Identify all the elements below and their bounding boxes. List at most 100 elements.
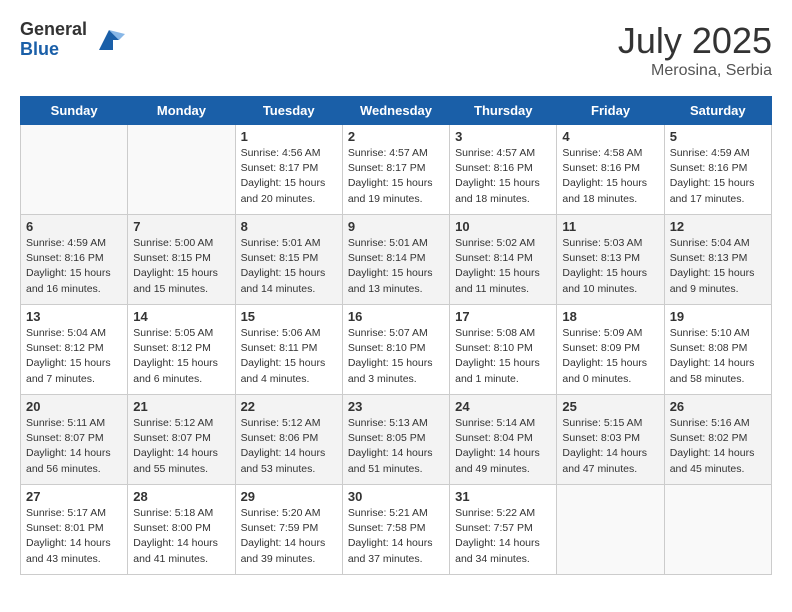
- day-detail: Sunrise: 5:11 AM Sunset: 8:07 PM Dayligh…: [26, 416, 122, 477]
- day-number: 26: [670, 399, 766, 414]
- calendar-cell: 1 Sunrise: 4:56 AM Sunset: 8:17 PM Daylig…: [235, 125, 342, 215]
- calendar-cell: 26 Sunrise: 5:16 AM Sunset: 8:02 PM Dayli…: [664, 395, 771, 485]
- day-detail: Sunrise: 5:16 AM Sunset: 8:02 PM Dayligh…: [670, 416, 766, 477]
- day-number: 22: [241, 399, 337, 414]
- weekday-header-tuesday: Tuesday: [235, 97, 342, 125]
- calendar-cell: 31 Sunrise: 5:22 AM Sunset: 7:57 PM Dayli…: [450, 485, 557, 575]
- day-number: 1: [241, 129, 337, 144]
- day-detail: Sunrise: 5:20 AM Sunset: 7:59 PM Dayligh…: [241, 506, 337, 567]
- day-number: 21: [133, 399, 229, 414]
- day-number: 2: [348, 129, 444, 144]
- day-detail: Sunrise: 5:18 AM Sunset: 8:00 PM Dayligh…: [133, 506, 229, 567]
- day-number: 28: [133, 489, 229, 504]
- weekday-header-monday: Monday: [128, 97, 235, 125]
- weekday-header-thursday: Thursday: [450, 97, 557, 125]
- day-detail: Sunrise: 5:03 AM Sunset: 8:13 PM Dayligh…: [562, 236, 658, 297]
- day-detail: Sunrise: 5:06 AM Sunset: 8:11 PM Dayligh…: [241, 326, 337, 387]
- day-number: 16: [348, 309, 444, 324]
- logo: General Blue: [20, 20, 125, 60]
- day-number: 31: [455, 489, 551, 504]
- day-detail: Sunrise: 5:21 AM Sunset: 7:58 PM Dayligh…: [348, 506, 444, 567]
- calendar-table: SundayMondayTuesdayWednesdayThursdayFrid…: [20, 96, 772, 575]
- day-number: 7: [133, 219, 229, 234]
- day-detail: Sunrise: 5:04 AM Sunset: 8:13 PM Dayligh…: [670, 236, 766, 297]
- weekday-header-row: SundayMondayTuesdayWednesdayThursdayFrid…: [21, 97, 772, 125]
- day-detail: Sunrise: 5:08 AM Sunset: 8:10 PM Dayligh…: [455, 326, 551, 387]
- calendar-cell: 12 Sunrise: 5:04 AM Sunset: 8:13 PM Dayli…: [664, 215, 771, 305]
- day-detail: Sunrise: 4:58 AM Sunset: 8:16 PM Dayligh…: [562, 146, 658, 207]
- day-number: 29: [241, 489, 337, 504]
- calendar-cell: 9 Sunrise: 5:01 AM Sunset: 8:14 PM Daylig…: [342, 215, 449, 305]
- calendar-cell: 18 Sunrise: 5:09 AM Sunset: 8:09 PM Dayli…: [557, 305, 664, 395]
- page-header: General Blue July 2025 Merosina, Serbia: [20, 20, 772, 80]
- calendar-cell: [128, 125, 235, 215]
- weekday-header-saturday: Saturday: [664, 97, 771, 125]
- calendar-cell: 10Sunrise: 5:02 AM Sunset: 8:14 PM Dayli…: [450, 215, 557, 305]
- calendar-cell: 14Sunrise: 5:05 AM Sunset: 8:12 PM Dayli…: [128, 305, 235, 395]
- day-number: 13: [26, 309, 122, 324]
- day-detail: Sunrise: 5:09 AM Sunset: 8:09 PM Dayligh…: [562, 326, 658, 387]
- day-number: 10: [455, 219, 551, 234]
- calendar-cell: 7 Sunrise: 5:00 AM Sunset: 8:15 PM Daylig…: [128, 215, 235, 305]
- day-detail: Sunrise: 5:13 AM Sunset: 8:05 PM Dayligh…: [348, 416, 444, 477]
- day-detail: Sunrise: 4:59 AM Sunset: 8:16 PM Dayligh…: [26, 236, 122, 297]
- day-number: 19: [670, 309, 766, 324]
- calendar-cell: [664, 485, 771, 575]
- day-number: 14: [133, 309, 229, 324]
- day-number: 17: [455, 309, 551, 324]
- calendar-cell: 29 Sunrise: 5:20 AM Sunset: 7:59 PM Dayli…: [235, 485, 342, 575]
- calendar-cell: 4Sunrise: 4:58 AM Sunset: 8:16 PM Daylig…: [557, 125, 664, 215]
- day-detail: Sunrise: 5:00 AM Sunset: 8:15 PM Dayligh…: [133, 236, 229, 297]
- day-detail: Sunrise: 5:10 AM Sunset: 8:08 PM Dayligh…: [670, 326, 766, 387]
- logo-general-text: General: [20, 20, 87, 40]
- day-number: 20: [26, 399, 122, 414]
- calendar-cell: [21, 125, 128, 215]
- calendar-cell: 6 Sunrise: 4:59 AM Sunset: 8:16 PM Daylig…: [21, 215, 128, 305]
- day-number: 25: [562, 399, 658, 414]
- day-detail: Sunrise: 4:56 AM Sunset: 8:17 PM Dayligh…: [241, 146, 337, 207]
- calendar-cell: 25 Sunrise: 5:15 AM Sunset: 8:03 PM Dayli…: [557, 395, 664, 485]
- day-number: 23: [348, 399, 444, 414]
- calendar-cell: 11Sunrise: 5:03 AM Sunset: 8:13 PM Dayli…: [557, 215, 664, 305]
- day-detail: Sunrise: 4:57 AM Sunset: 8:16 PM Dayligh…: [455, 146, 551, 207]
- day-detail: Sunrise: 5:07 AM Sunset: 8:10 PM Dayligh…: [348, 326, 444, 387]
- day-number: 8: [241, 219, 337, 234]
- weekday-header-wednesday: Wednesday: [342, 97, 449, 125]
- day-number: 9: [348, 219, 444, 234]
- day-detail: Sunrise: 5:22 AM Sunset: 7:57 PM Dayligh…: [455, 506, 551, 567]
- calendar-cell: 15 Sunrise: 5:06 AM Sunset: 8:11 PM Dayli…: [235, 305, 342, 395]
- calendar-cell: 28 Sunrise: 5:18 AM Sunset: 8:00 PM Dayli…: [128, 485, 235, 575]
- day-detail: Sunrise: 5:04 AM Sunset: 8:12 PM Dayligh…: [26, 326, 122, 387]
- day-detail: Sunrise: 4:59 AM Sunset: 8:16 PM Dayligh…: [670, 146, 766, 207]
- day-number: 18: [562, 309, 658, 324]
- calendar-cell: [557, 485, 664, 575]
- day-detail: Sunrise: 5:01 AM Sunset: 8:14 PM Dayligh…: [348, 236, 444, 297]
- week-row-1: 1 Sunrise: 4:56 AM Sunset: 8:17 PM Daylig…: [21, 125, 772, 215]
- day-detail: Sunrise: 5:01 AM Sunset: 8:15 PM Dayligh…: [241, 236, 337, 297]
- calendar-cell: 2 Sunrise: 4:57 AM Sunset: 8:17 PM Daylig…: [342, 125, 449, 215]
- day-detail: Sunrise: 5:15 AM Sunset: 8:03 PM Dayligh…: [562, 416, 658, 477]
- calendar-cell: 19 Sunrise: 5:10 AM Sunset: 8:08 PM Dayli…: [664, 305, 771, 395]
- calendar-cell: 24Sunrise: 5:14 AM Sunset: 8:04 PM Dayli…: [450, 395, 557, 485]
- day-detail: Sunrise: 5:17 AM Sunset: 8:01 PM Dayligh…: [26, 506, 122, 567]
- day-detail: Sunrise: 4:57 AM Sunset: 8:17 PM Dayligh…: [348, 146, 444, 207]
- week-row-4: 20 Sunrise: 5:11 AM Sunset: 8:07 PM Dayli…: [21, 395, 772, 485]
- calendar-cell: 30Sunrise: 5:21 AM Sunset: 7:58 PM Dayli…: [342, 485, 449, 575]
- day-detail: Sunrise: 5:12 AM Sunset: 8:07 PM Dayligh…: [133, 416, 229, 477]
- calendar-cell: 13 Sunrise: 5:04 AM Sunset: 8:12 PM Dayli…: [21, 305, 128, 395]
- month-title: July 2025: [618, 20, 772, 62]
- weekday-header-friday: Friday: [557, 97, 664, 125]
- day-number: 3: [455, 129, 551, 144]
- calendar-cell: 17 Sunrise: 5:08 AM Sunset: 8:10 PM Dayli…: [450, 305, 557, 395]
- day-number: 6: [26, 219, 122, 234]
- calendar-cell: 8 Sunrise: 5:01 AM Sunset: 8:15 PM Daylig…: [235, 215, 342, 305]
- day-number: 15: [241, 309, 337, 324]
- day-detail: Sunrise: 5:14 AM Sunset: 8:04 PM Dayligh…: [455, 416, 551, 477]
- day-number: 12: [670, 219, 766, 234]
- week-row-5: 27Sunrise: 5:17 AM Sunset: 8:01 PM Dayli…: [21, 485, 772, 575]
- week-row-3: 13 Sunrise: 5:04 AM Sunset: 8:12 PM Dayli…: [21, 305, 772, 395]
- calendar-cell: 16 Sunrise: 5:07 AM Sunset: 8:10 PM Dayli…: [342, 305, 449, 395]
- logo-blue-text: Blue: [20, 40, 87, 60]
- title-block: July 2025 Merosina, Serbia: [618, 20, 772, 80]
- calendar-cell: 5Sunrise: 4:59 AM Sunset: 8:16 PM Daylig…: [664, 125, 771, 215]
